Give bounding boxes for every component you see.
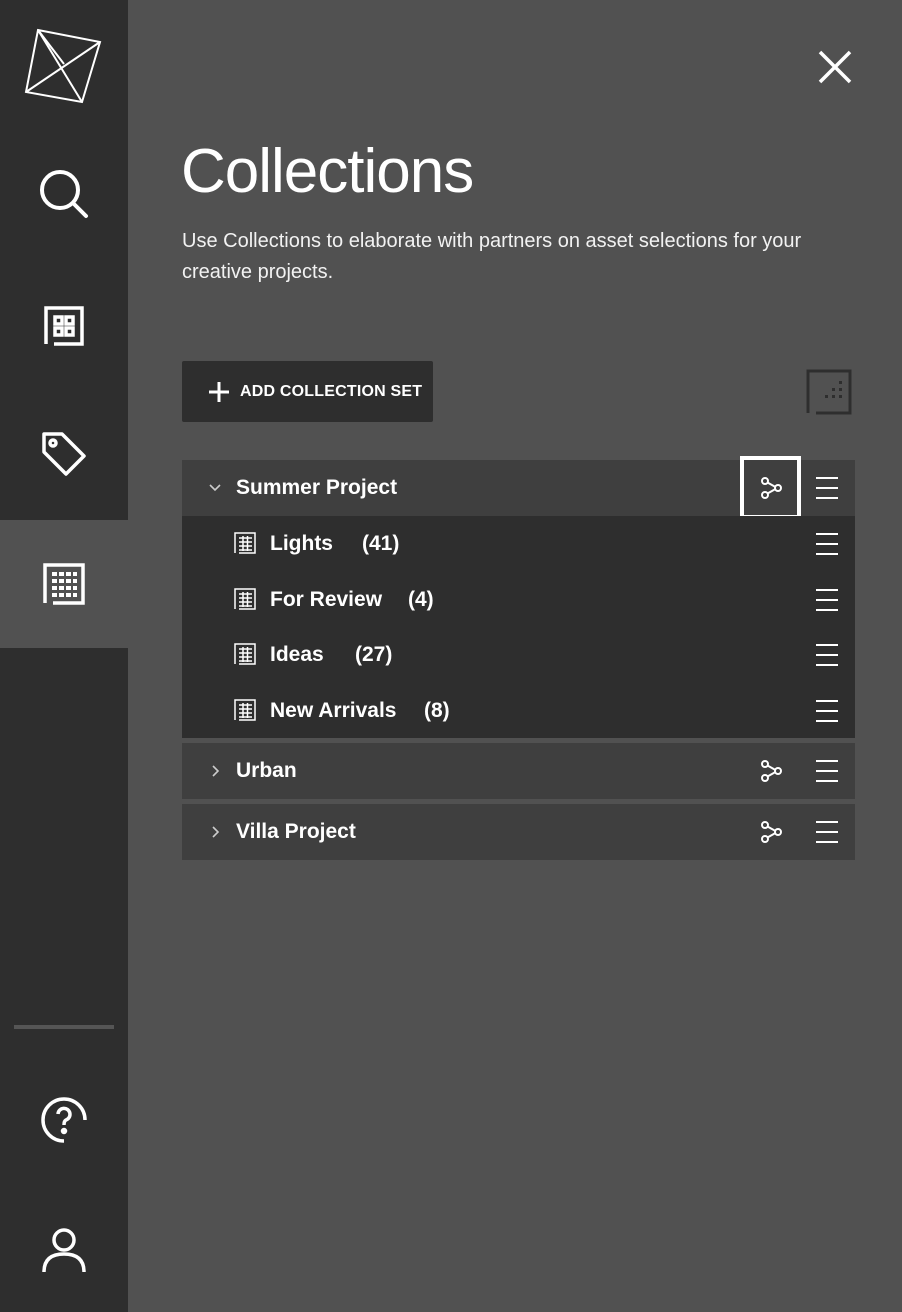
share-icon [760,821,782,843]
share-button[interactable] [740,743,801,799]
collection-count: (4) [408,588,434,611]
menu-button[interactable] [812,516,842,572]
sidebar-item-search[interactable] [0,130,128,258]
table-icon [234,643,256,665]
logo-button[interactable] [0,0,128,128]
share-icon [760,760,782,782]
collection-count: (41) [362,532,400,555]
collection-set-row[interactable]: Villa Project [182,804,855,860]
collection-count: (27) [355,643,393,666]
sidebar-divider [14,1025,114,1029]
collection-set-row[interactable]: Summer Project [182,456,855,519]
table-icon [234,588,256,610]
collection-name[interactable]: Ideas [270,627,324,682]
table-icon [234,532,256,554]
add-collection-set-button[interactable]: ADD COLLECTION SET [182,361,433,422]
collection-name[interactable]: For Review [270,572,382,627]
menu-button[interactable] [812,683,842,739]
sidebar-item-profile[interactable] [0,1186,128,1312]
sidebar-item-collections[interactable] [0,520,128,648]
collection-name[interactable]: Lights [270,516,333,571]
collection-set-name[interactable]: Villa Project [236,804,356,860]
help-icon [41,1097,87,1143]
collection-set-name[interactable]: Urban [236,743,297,799]
collection-row[interactable]: Lights (41) [182,516,855,571]
tag-icon [42,432,86,476]
plus-icon [209,381,229,402]
menu-button[interactable] [812,460,842,516]
add-collection-set-label: ADD COLLECTION SET [240,382,423,400]
hamburger-icon [816,760,838,782]
close-icon [818,50,852,84]
hamburger-icon [816,644,838,666]
share-button[interactable] [740,804,801,860]
menu-button[interactable] [812,804,842,860]
chevron-down-icon[interactable] [208,481,222,495]
search-icon [40,170,88,218]
sidebar-item-help[interactable] [0,1056,128,1184]
chevron-right-icon[interactable] [208,764,222,778]
menu-button[interactable] [812,572,842,628]
collection-list: Lights (41) For Review (4) Ideas (27) Ne… [182,516,855,738]
close-button[interactable] [812,44,858,90]
hamburger-icon [816,821,838,843]
collection-count: (8) [424,699,450,722]
collections-icon [43,563,85,605]
collection-row[interactable]: Ideas (27) [182,627,855,682]
collection-set-name[interactable]: Summer Project [236,460,397,516]
collection-row[interactable]: For Review (4) [182,572,855,627]
table-icon [234,699,256,721]
collection-name[interactable]: New Arrivals [270,683,396,738]
collection-row[interactable]: New Arrivals (8) [182,683,855,738]
share-button[interactable] [740,456,801,519]
share-icon [760,476,782,499]
hamburger-icon [816,533,838,555]
sidebar [0,0,128,1312]
sidebar-item-dashboard[interactable] [0,262,128,390]
page-description: Use Collections to elaborate with partne… [182,230,802,283]
sidebar-item-tags[interactable] [0,390,128,518]
user-icon [42,1228,86,1273]
view-toggle-button[interactable] [806,369,852,415]
hamburger-icon [816,589,838,611]
dashboard-icon [44,306,84,346]
chevron-right-icon[interactable] [208,825,222,839]
hamburger-icon [816,700,838,722]
collection-set-row[interactable]: Urban [182,743,855,799]
hamburger-icon [816,477,838,499]
logo-icon [24,28,102,104]
menu-button[interactable] [812,743,842,799]
page-title: Collections [181,137,474,206]
menu-button[interactable] [812,627,842,683]
grid-view-icon [806,369,852,415]
